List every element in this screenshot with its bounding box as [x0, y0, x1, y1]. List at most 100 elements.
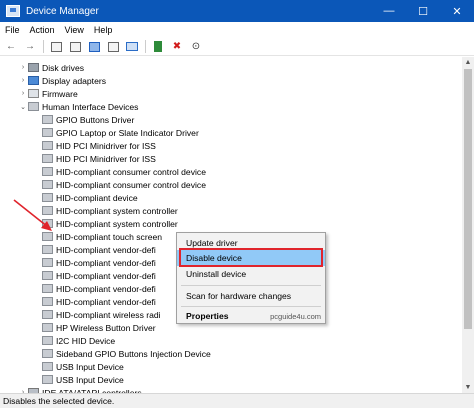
- tree-item-label: GPIO Buttons Driver: [56, 114, 135, 125]
- scan-hardware-changes-menu-item[interactable]: Scan for hardware changes: [177, 288, 325, 304]
- window-controls: — ☐ ✕: [372, 0, 474, 22]
- hid-device-icon: [42, 167, 53, 176]
- context-menu: Update driver Disable device Uninstall d…: [176, 232, 326, 324]
- scroll-thumb[interactable]: [464, 69, 472, 329]
- device-tree: › Disk drives › Display adapters › Firmware ⌄ H…: [0, 57, 462, 393]
- hid-device-icon: [42, 271, 53, 280]
- back-button[interactable]: ←: [3, 40, 19, 54]
- tree-item-label: USB Input Device: [56, 361, 124, 372]
- tree-item-label: HID-compliant vendor-defi: [56, 283, 156, 294]
- title-bar: Device Manager — ☐ ✕: [0, 0, 474, 22]
- tree-item-label: HP Wireless Button Driver: [56, 322, 156, 333]
- tree-device-item[interactable]: GPIO Laptop or Slate Indicator Driver: [42, 126, 199, 139]
- tree-device-item[interactable]: HID-compliant consumer control device: [42, 178, 206, 191]
- watermark: pcguide4u.com: [270, 312, 321, 321]
- console-tree-icon: [50, 41, 62, 52]
- tree-category[interactable]: › Firmware: [18, 87, 78, 100]
- tree-item-label: Human Interface Devices: [42, 101, 139, 112]
- tree-category[interactable]: › Disk drives: [18, 61, 84, 74]
- tree-device-item[interactable]: HID-compliant system controller: [42, 204, 178, 217]
- hid-device-icon: [42, 128, 53, 137]
- monitor-icon: [126, 42, 138, 51]
- disk-drive-icon: [28, 63, 39, 72]
- minimize-button[interactable]: —: [372, 0, 406, 22]
- tree-item-label: Sideband GPIO Buttons Injection Device: [56, 348, 211, 359]
- tree-device-item[interactable]: HID-compliant touch screen: [42, 230, 162, 243]
- forward-button[interactable]: →: [22, 40, 38, 54]
- update-driver-icon: [154, 41, 162, 52]
- hid-device-icon: [42, 349, 53, 358]
- maximize-button[interactable]: ☐: [406, 0, 440, 22]
- properties-button[interactable]: [67, 40, 83, 54]
- tree-device-item[interactable]: HID-compliant device: [42, 191, 138, 204]
- menu-view[interactable]: View: [60, 25, 89, 35]
- tree-device-item[interactable]: HID-compliant vendor-defi: [42, 256, 156, 269]
- tree-device-item[interactable]: HID-compliant system controller: [42, 217, 178, 230]
- menu-help[interactable]: Help: [89, 25, 118, 35]
- tree-device-item[interactable]: HP Wireless Button Driver: [42, 321, 156, 334]
- enable-device-button[interactable]: ⊙: [188, 40, 204, 54]
- uninstall-device-menu-item[interactable]: Uninstall device: [177, 266, 325, 282]
- close-button[interactable]: ✕: [440, 0, 474, 22]
- tree-item-label: HID-compliant vendor-defi: [56, 244, 156, 255]
- toolbar-separator: [145, 40, 146, 53]
- tree-item-label: HID-compliant wireless radi: [56, 309, 161, 320]
- tree-device-item[interactable]: HID-compliant wireless radi: [42, 308, 161, 321]
- tree-device-item[interactable]: HID-compliant vendor-defi: [42, 243, 156, 256]
- tree-device-item[interactable]: HID-compliant consumer control device: [42, 165, 206, 178]
- back-arrow-icon: ←: [6, 41, 16, 52]
- tree-device-item[interactable]: USB Input Device: [42, 373, 124, 386]
- view-button[interactable]: [105, 40, 121, 54]
- vertical-scrollbar[interactable]: ▲ ▼: [462, 57, 474, 393]
- tree-device-item[interactable]: I2C HID Device: [42, 334, 115, 347]
- tree-item-label: I2C HID Device: [56, 335, 116, 346]
- hid-device-icon: [42, 375, 53, 384]
- tree-item-label: Firmware: [42, 88, 78, 99]
- hid-device-icon: [42, 232, 53, 241]
- tree-category[interactable]: › IDE ATA/ATAPI controllers: [18, 386, 142, 393]
- hid-icon: [28, 102, 39, 111]
- device-manager-icon: [6, 5, 20, 17]
- menu-action[interactable]: Action: [25, 25, 60, 35]
- tree-device-item[interactable]: HID PCI Minidriver for ISS: [42, 152, 156, 165]
- tree-item-label: HID-compliant device: [56, 192, 138, 203]
- tree-device-item[interactable]: Sideband GPIO Buttons Injection Device: [42, 347, 211, 360]
- tree-device-item[interactable]: GPIO Buttons Driver: [42, 113, 134, 126]
- tree-item-label: Display adapters: [42, 75, 107, 86]
- forward-arrow-icon: →: [25, 41, 35, 52]
- collapse-chevron-icon[interactable]: ⌄: [18, 103, 28, 111]
- tree-category[interactable]: ⌄ Human Interface Devices: [18, 100, 138, 113]
- menu-bar: File Action View Help: [0, 22, 474, 38]
- uninstall-button[interactable]: ✖: [169, 40, 185, 54]
- show-hide-tree-button[interactable]: [48, 40, 64, 54]
- update-driver-button[interactable]: [150, 40, 166, 54]
- download-circle-icon: ⊙: [191, 41, 201, 52]
- tree-item-label: HID-compliant system controller: [56, 205, 178, 216]
- hid-device-icon: [42, 206, 53, 215]
- expand-chevron-icon[interactable]: ›: [18, 64, 28, 71]
- tree-device-item[interactable]: HID-compliant vendor-defi: [42, 295, 156, 308]
- tree-item-label: USB Input Device: [56, 374, 124, 385]
- hid-device-icon: [42, 141, 53, 150]
- expand-chevron-icon[interactable]: ›: [18, 90, 28, 97]
- help-button[interactable]: [86, 40, 102, 54]
- tree-device-item[interactable]: USB Input Device: [42, 360, 124, 373]
- hid-device-icon: [42, 362, 53, 371]
- tree-item-label: Disk drives: [42, 62, 85, 73]
- tree-device-item[interactable]: HID-compliant vendor-defi: [42, 282, 156, 295]
- tree-item-label: HID-compliant consumer control device: [56, 179, 206, 190]
- toolbar-separator: [43, 40, 44, 53]
- expand-chevron-icon[interactable]: ›: [18, 77, 28, 84]
- scan-hardware-button[interactable]: [124, 40, 140, 54]
- tree-device-item[interactable]: HID PCI Minidriver for ISS: [42, 139, 156, 152]
- menu-separator: [181, 285, 321, 286]
- tree-category[interactable]: › Display adapters: [18, 74, 106, 87]
- toolbar: ← → ✖ ⊙: [0, 38, 474, 56]
- menu-separator: [181, 306, 321, 307]
- menu-file[interactable]: File: [0, 25, 25, 35]
- scroll-down-arrow-icon[interactable]: ▼: [462, 382, 474, 393]
- tree-device-item[interactable]: HID-compliant vendor-defi: [42, 269, 156, 282]
- scroll-up-arrow-icon[interactable]: ▲: [462, 57, 474, 68]
- status-bar: Disables the selected device.: [0, 393, 474, 408]
- tree-item-label: HID-compliant vendor-defi: [56, 257, 156, 268]
